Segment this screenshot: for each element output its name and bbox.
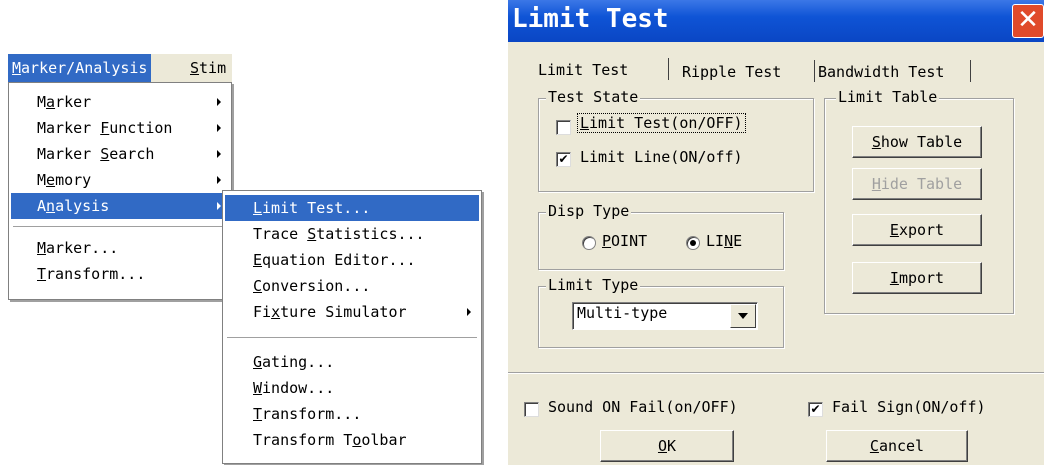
submenu-arrow-icon [217,98,221,106]
menu-item-window[interactable]: Window... [225,375,479,401]
tab-divider [970,60,971,82]
menu-label: tim [199,59,227,77]
sound-on-fail-label[interactable]: Sound ON Fail(on/OFF) [548,398,738,416]
limit-table-label: Limit Table [836,88,940,106]
limit-line-checkbox-label[interactable]: Limit Line(ON/off) [580,148,743,166]
menu-item-analysis[interactable]: Analysis [11,193,229,219]
tab-bandwidth-test[interactable]: Bandwidth Test [812,60,950,86]
point-radio-label[interactable]: POINT [602,232,647,250]
limit-test-checkbox-label[interactable]: Limit Test(on/OFF) [577,113,746,133]
submenu-arrow-icon [217,150,221,158]
menu-item-transform-dialog[interactable]: Transform... [225,401,479,427]
sound-on-fail-checkbox[interactable] [524,402,539,417]
menu-item-trace-statistics[interactable]: Trace Statistics... [225,221,479,247]
checkmark-icon: ✔ [810,402,821,416]
menu-item-conversion[interactable]: Conversion... [225,273,479,299]
test-state-label: Test State [546,88,641,106]
menu-item-marker-dialog[interactable]: Marker... [11,235,229,261]
disp-type-group [538,212,784,270]
tab-divider [668,58,669,80]
submenu-arrow-icon [217,202,221,210]
menu-separator [13,226,227,228]
dialog-title-bar: Limit Test ✕ [508,0,1044,42]
line-radio-label[interactable]: LINE [706,232,742,250]
line-radio[interactable] [686,236,700,250]
submenu-arrow-icon [217,176,221,184]
menu-bar: Marker/Analysis Stim [8,54,232,82]
submenu-arrow-icon [217,124,221,132]
dropdown-button[interactable] [730,304,756,328]
menu-item-equation-editor[interactable]: Equation Editor... [225,247,479,273]
limit-line-checkbox[interactable]: ✔ [556,152,571,167]
analysis-submenu: Limit Test... Trace Statistics... Equati… [222,190,482,464]
menu-separator [227,337,477,339]
limit-type-value: Multi-type [577,304,668,322]
hide-table-button[interactable]: Hide Table [852,168,982,200]
mnemonic: S [190,59,200,77]
test-state-group [538,98,814,192]
dialog-title: Limit Test [512,4,669,34]
tab-ripple-test[interactable]: Ripple Test [676,60,787,86]
menu-item-marker-search[interactable]: Marker Search [11,141,229,167]
submenu-arrow-icon [467,308,471,316]
export-button[interactable]: Export [852,214,982,246]
ok-button[interactable]: OK [600,430,734,462]
menu-item-gating[interactable]: Gating... [225,349,479,375]
mnemonic: M [12,59,22,77]
menu-item-marker-function[interactable]: Marker Function [11,115,229,141]
menu-item-memory[interactable]: Memory [11,167,229,193]
show-table-button[interactable]: Show Table [852,126,982,158]
chevron-down-icon [738,313,748,319]
checkmark-icon: ✔ [558,152,569,166]
limit-test-checkbox[interactable] [556,120,571,135]
fail-sign-label[interactable]: Fail Sign(ON/off) [832,398,986,416]
fail-sign-checkbox[interactable]: ✔ [808,402,823,417]
tab-limit-test[interactable]: Limit Test [532,58,634,84]
divider [508,372,1044,374]
import-button[interactable]: Import [852,262,982,294]
marker-analysis-menu: Marker Marker Function Marker Search Mem… [8,82,232,300]
menu-label: arker/Analysis [21,59,148,77]
menu-item-marker[interactable]: Marker [11,89,229,115]
menu-item-transform[interactable]: Transform... [11,261,229,287]
menu-item-transform-toolbar[interactable]: Transform Toolbar [225,427,479,453]
limit-type-label: Limit Type [546,276,641,294]
close-button[interactable]: ✕ [1012,4,1044,38]
menu-marker-analysis[interactable]: Marker/Analysis [8,54,152,82]
limit-type-select[interactable]: Multi-type [572,302,758,330]
menu-stim[interactable]: Stim [186,54,230,82]
cancel-button[interactable]: Cancel [826,430,968,462]
close-icon: ✕ [1017,5,1039,35]
disp-type-label: Disp Type [546,202,632,220]
radio-selected-dot [690,240,696,246]
dialog-body: Limit Test Ripple Test Bandwidth Test Te… [508,42,1044,465]
point-radio[interactable] [582,236,596,250]
menu-item-limit-test[interactable]: Limit Test... [225,195,479,221]
menu-item-fixture-simulator[interactable]: Fixture Simulator [225,299,479,325]
